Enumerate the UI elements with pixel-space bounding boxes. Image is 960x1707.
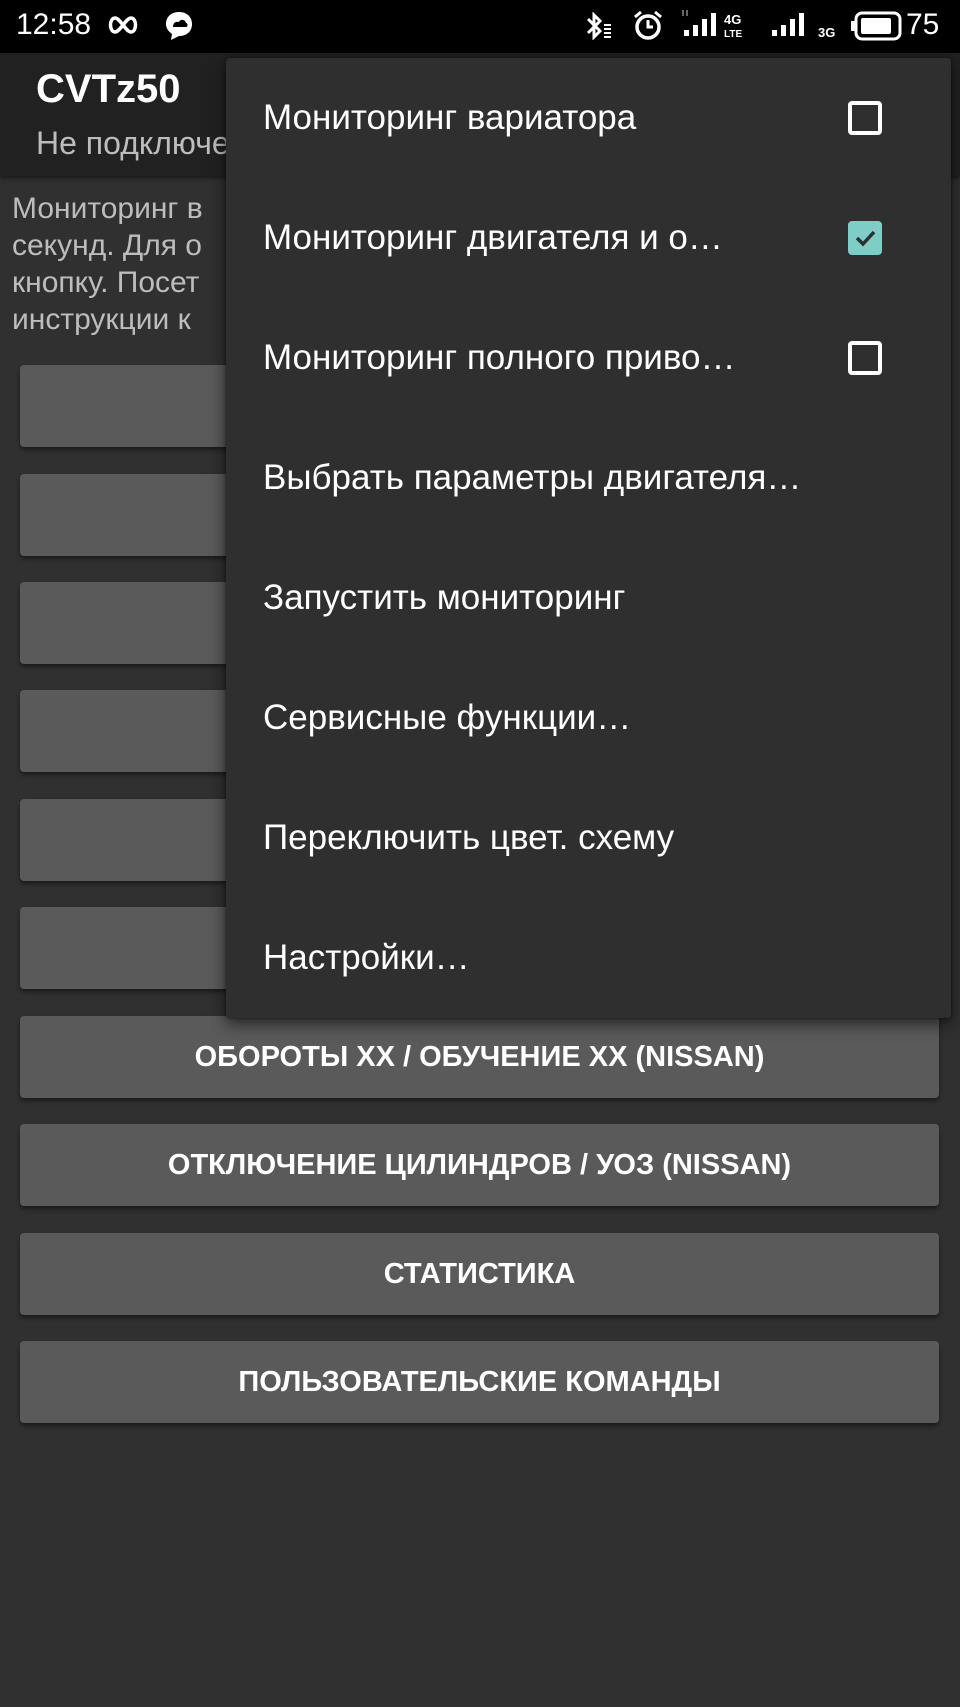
svg-text:3G: 3G (818, 25, 835, 40)
status-bar: 12:58 4G LTE 3G 75 (0, 0, 960, 53)
alarm-icon (632, 9, 664, 46)
checkbox-engine-monitoring[interactable] (848, 221, 882, 255)
battery-level: 75 (906, 8, 940, 41)
svg-text:LTE: LTE (724, 29, 742, 40)
bluetooth-icon (584, 11, 618, 45)
button-label: ОТКЛЮЧЕНИЕ ЦИЛИНДРОВ / УОЗ (NISSAN) (167, 1148, 792, 1181)
menu-item-cvt-monitoring[interactable]: Мониторинг вариатора (226, 58, 951, 178)
menu-item-label: Настройки… (263, 938, 470, 977)
menu-item-service-functions[interactable]: Сервисные функции… (226, 658, 951, 778)
infinity-icon (106, 12, 140, 43)
network-4g-label: 4G (724, 12, 741, 27)
menu-item-label: Выбрать параметры двигателя… (263, 458, 802, 497)
overflow-menu: Мониторинг вариатора Мониторинг двигател… (226, 58, 951, 1018)
menu-item-label: Мониторинг двигателя и о… (263, 218, 723, 257)
status-time: 12:58 (16, 8, 92, 41)
menu-item-start-monitoring[interactable]: Запустить мониторинг (226, 538, 951, 658)
app-title: CVTz50 (36, 67, 181, 111)
menu-item-select-engine-params[interactable]: Выбрать параметры двигателя… (226, 418, 951, 538)
signal-4g-lte-icon: 4G LTE (680, 8, 760, 47)
checkbox-cvt-monitoring[interactable] (848, 101, 882, 135)
menu-item-settings[interactable]: Настройки… (226, 898, 951, 1018)
menu-item-label: Мониторинг полного приво… (263, 338, 736, 377)
idle-rpm-button[interactable]: ОБОРОТЫ ХХ / ОБУЧЕНИЕ ХХ (NISSAN) (20, 1016, 939, 1098)
menu-item-label: Переключить цвет. схему (263, 818, 675, 857)
button-label: СТАТИСТИКА (383, 1257, 576, 1290)
menu-item-label: Запустить мониторинг (263, 578, 626, 617)
menu-item-switch-color-scheme[interactable]: Переключить цвет. схему (226, 778, 951, 898)
signal-3g-icon: 3G (770, 8, 844, 47)
button-label: ПОЛЬЗОВАТЕЛЬСКИЕ КОМАНДЫ (238, 1365, 721, 1398)
user-commands-button[interactable]: ПОЛЬЗОВАТЕЛЬСКИЕ КОМАНДЫ (20, 1341, 939, 1423)
checkbox-awd-monitoring[interactable] (848, 341, 882, 375)
menu-item-awd-monitoring[interactable]: Мониторинг полного приво… (226, 298, 951, 418)
button-label: ОБОРОТЫ ХХ / ОБУЧЕНИЕ ХХ (NISSAN) (194, 1040, 765, 1073)
checkmark-icon (855, 230, 876, 247)
menu-item-engine-monitoring[interactable]: Мониторинг двигателя и о… (226, 178, 951, 298)
menu-item-label: Сервисные функции… (263, 698, 632, 737)
statistics-button[interactable]: СТАТИСТИКА (20, 1233, 939, 1315)
cloud-chat-icon (164, 10, 194, 47)
menu-item-label: Мониторинг вариатора (263, 98, 637, 137)
cylinder-cutoff-button[interactable]: ОТКЛЮЧЕНИЕ ЦИЛИНДРОВ / УОЗ (NISSAN) (20, 1124, 939, 1206)
battery-icon (850, 10, 902, 47)
